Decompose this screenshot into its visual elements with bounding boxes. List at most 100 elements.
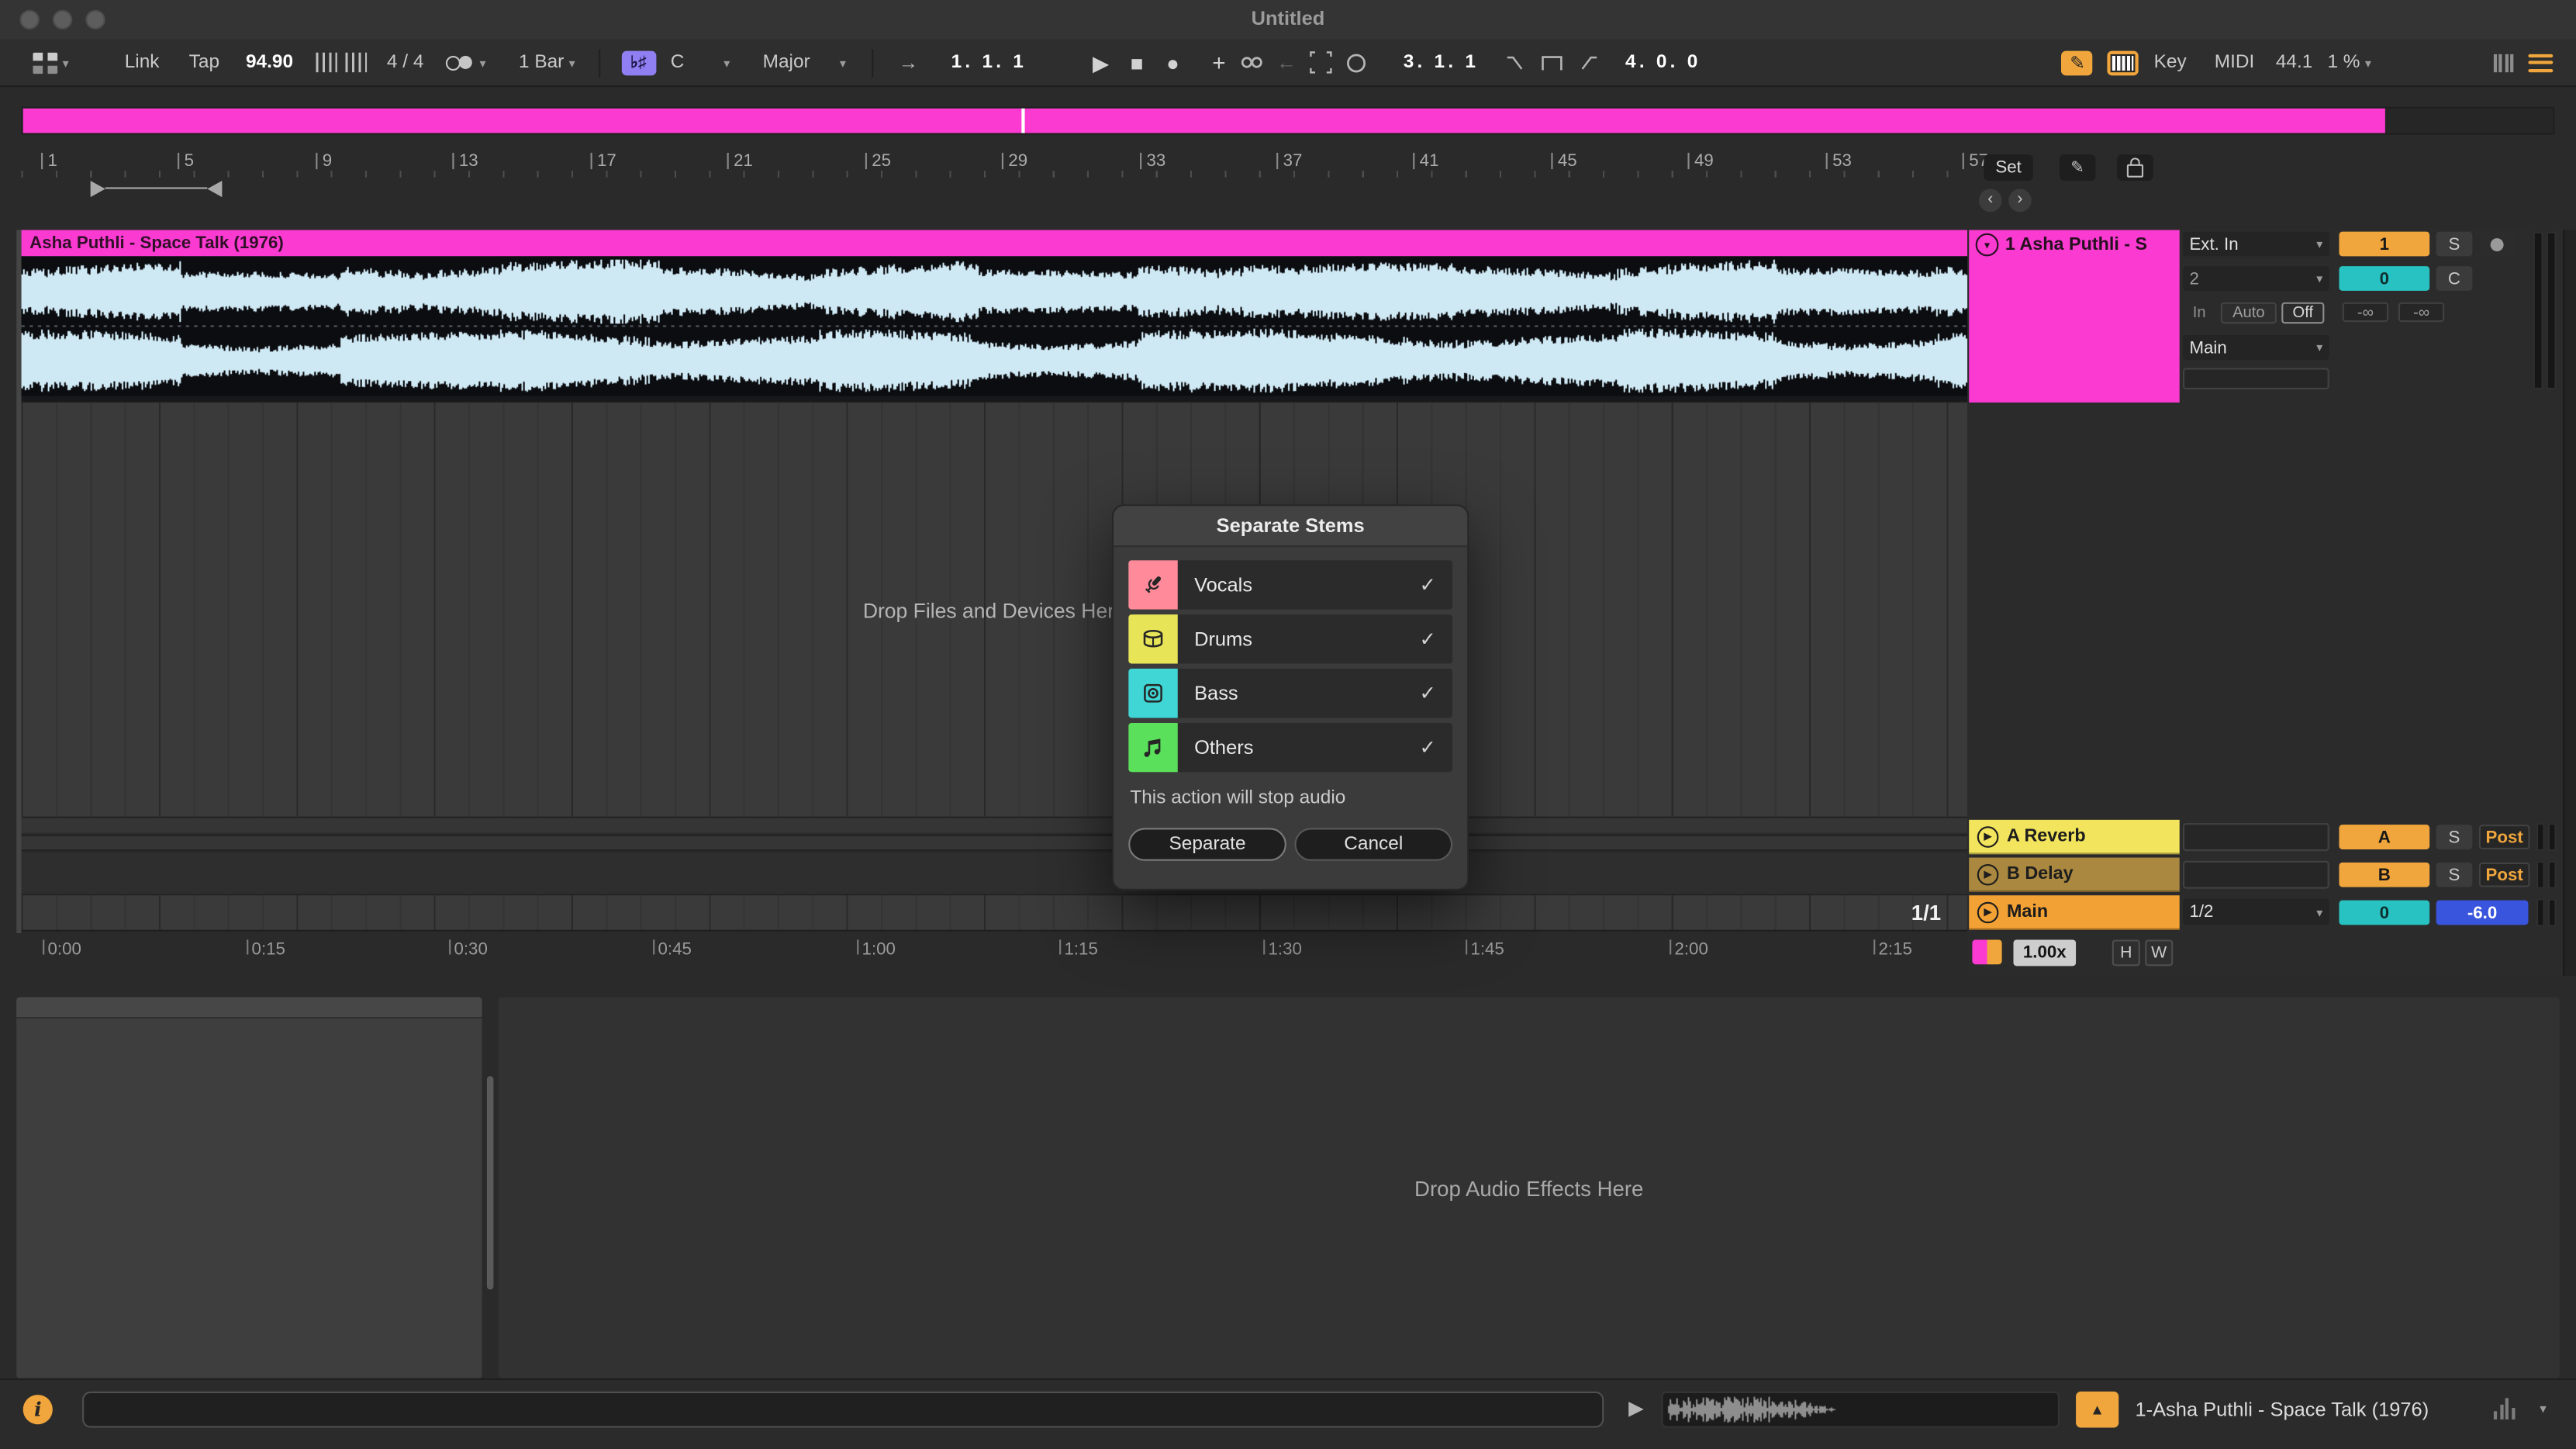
levels-icon[interactable] (2494, 1396, 2515, 1420)
quantize-menu[interactable]: 1 Bar▾ (519, 53, 575, 72)
input-channel-menu[interactable]: 2▾ (2183, 266, 2329, 291)
main-volume-field[interactable]: -6.0 (2436, 901, 2529, 925)
pan-knob[interactable]: 0 (2339, 266, 2429, 291)
cpu-load-menu[interactable]: 1 %▾ (2327, 53, 2371, 72)
panel-scrollbar-handle[interactable] (487, 1076, 493, 1289)
expand-icon[interactable] (1310, 51, 1333, 74)
return-track-a-lane[interactable] (22, 817, 1967, 833)
arrangement-view[interactable]: Asha Puthli - Space Talk (1976) Drop Fil… (22, 230, 1967, 933)
stem-row-vocals[interactable]: Vocals✓ (1128, 560, 1452, 610)
return-b-device-slot[interactable] (2183, 861, 2329, 889)
half-tempo-button[interactable]: H (2112, 939, 2140, 966)
loop-start-field[interactable]: 3. 1. 1 (1404, 53, 1480, 72)
double-tempo-button[interactable]: W (2145, 939, 2173, 966)
chevron-down-icon[interactable]: ▾ (2540, 1402, 2547, 1416)
time-signature-field[interactable]: 4 / 4 (387, 53, 423, 72)
return-b-pre-post[interactable]: Post (2479, 863, 2530, 887)
draw-mode-button[interactable]: ✎ (2062, 50, 2093, 75)
grid-icon[interactable]: ▾ (33, 52, 68, 74)
show-sample-button[interactable]: ▲ (2076, 1392, 2118, 1428)
preview-play-icon[interactable]: ▶ (1628, 1398, 1644, 1417)
arm-record-button[interactable] (2479, 232, 2516, 257)
play-button[interactable]: ▶ (1093, 52, 1109, 74)
midi-map-button[interactable]: MIDI (2215, 53, 2255, 72)
cancel-button[interactable]: Cancel (1294, 828, 1452, 860)
return-a-device-slot[interactable] (2183, 823, 2329, 851)
main-pan-knob[interactable]: 0 (2339, 901, 2429, 925)
return-track-b-lane[interactable] (22, 835, 1967, 851)
cue-out-menu[interactable]: 1/2▾ (2183, 898, 2329, 925)
return-a-pre-post[interactable]: Post (2479, 825, 2530, 849)
stop-button[interactable]: ■ (1131, 52, 1144, 74)
title-bar[interactable]: Untitled (0, 0, 2576, 40)
monitor-off-button[interactable]: Off (2281, 303, 2324, 324)
audio-clip-title-bar[interactable]: Asha Puthli - Space Talk (1976) (22, 230, 1967, 257)
link-button[interactable]: Link (125, 53, 160, 72)
arrangement-drop-area[interactable]: Drop Files and Devices Here (22, 403, 1967, 817)
arrangement-position-field[interactable]: 1. 1. 1 (951, 53, 1027, 72)
prev-locator-button[interactable]: ‹ (1979, 189, 2002, 213)
arrangement-overview[interactable] (22, 107, 2555, 135)
time-ruler[interactable]: 0:00 0:15 0:30 0:45 1:00 1:15 1:30 1:45 … (22, 933, 1967, 976)
scale-name-menu[interactable]: Major▾ (763, 53, 846, 72)
scale-mode-icon[interactable]: ♭♯ (621, 50, 656, 75)
clip-info-panel[interactable] (16, 998, 482, 1378)
status-text-field[interactable] (82, 1392, 1604, 1428)
follow-icon[interactable]: → (899, 51, 918, 74)
monitor-in-button[interactable]: In (2183, 303, 2215, 324)
stem-row-bass[interactable]: Bass✓ (1128, 669, 1452, 718)
track-delay-field[interactable] (2183, 368, 2329, 389)
lock-envelopes-button[interactable] (2117, 154, 2153, 181)
separate-button[interactable]: Separate (1128, 828, 1286, 860)
set-locator-button[interactable]: Set (1984, 154, 2033, 181)
track-activator-button[interactable]: 1 (2339, 232, 2429, 257)
computer-midi-keyboard-button[interactable] (2108, 50, 2139, 75)
metronome-toggle[interactable]: ▾ (445, 53, 486, 72)
output-type-menu[interactable]: Main▾ (2183, 335, 2329, 360)
re-enable-automation-icon[interactable]: ← (1276, 51, 1296, 74)
menu-icon[interactable] (2528, 50, 2553, 76)
plus-icon[interactable]: + (1212, 51, 1225, 74)
key-map-button[interactable]: Key (2154, 53, 2187, 72)
punch-in-icon[interactable] (1505, 54, 1528, 71)
playback-speed-button[interactable]: 1.00x (2013, 939, 2076, 966)
overview-clip-region[interactable] (23, 109, 2385, 133)
automation-arm-icon[interactable] (1239, 53, 1266, 72)
return-track-b-header[interactable]: ▶ B Delay (1969, 858, 2180, 892)
draw-automation-button[interactable]: ✎ (2060, 154, 2096, 181)
return-b-meter (2536, 861, 2556, 889)
nudge-up-icon[interactable] (346, 53, 368, 72)
nudge-down-icon[interactable] (316, 53, 338, 72)
crossfade-assign-button[interactable]: C (2436, 266, 2473, 291)
stem-row-others[interactable]: Others✓ (1128, 723, 1452, 773)
monitor-auto-button[interactable]: Auto (2221, 303, 2277, 324)
tap-tempo-button[interactable]: Tap (189, 53, 219, 72)
capture-icon[interactable] (1345, 52, 1367, 74)
separate-stems-dialog: Separate Stems Vocals✓ Drums✓ Bass✓ (1112, 504, 1469, 890)
audio-clip-waveform[interactable] (22, 256, 1967, 396)
vertical-scrollbar[interactable] (2563, 230, 2576, 977)
return-track-a-header[interactable]: ▶ A Reverb (1969, 820, 2180, 854)
input-type-menu[interactable]: Ext. In▾ (2183, 232, 2329, 257)
return-b-activator[interactable]: B (2339, 863, 2429, 887)
record-button[interactable]: ● (1166, 52, 1179, 74)
main-track-lane[interactable]: 1/1 (22, 894, 1967, 932)
loop-region-marker[interactable] (91, 179, 223, 197)
unfold-track-icon[interactable]: ▾ (1976, 233, 1999, 257)
next-locator-button[interactable]: › (2008, 189, 2032, 213)
loop-length-field[interactable]: 4. 0. 0 (1625, 53, 1701, 72)
stem-row-drums[interactable]: Drums✓ (1128, 614, 1452, 664)
return-a-solo[interactable]: S (2436, 825, 2473, 849)
loop-icon[interactable] (1540, 54, 1565, 71)
device-chain-panel[interactable]: Drop Audio Effects Here (499, 998, 2560, 1378)
return-b-solo[interactable]: S (2436, 863, 2473, 887)
tempo-field[interactable]: 94.90 (246, 53, 293, 72)
scale-root-menu[interactable]: C▾ (671, 53, 730, 72)
main-track-header[interactable]: ▶ Main (1969, 895, 2180, 929)
sample-preview[interactable] (1662, 1392, 2060, 1428)
track-header-audio-1[interactable]: ▾ 1 Asha Puthli - S (1969, 230, 2180, 403)
return-a-activator[interactable]: A (2339, 825, 2429, 849)
info-icon[interactable]: i (23, 1395, 53, 1424)
solo-button[interactable]: S (2436, 232, 2473, 257)
punch-out-icon[interactable] (1576, 54, 1599, 71)
